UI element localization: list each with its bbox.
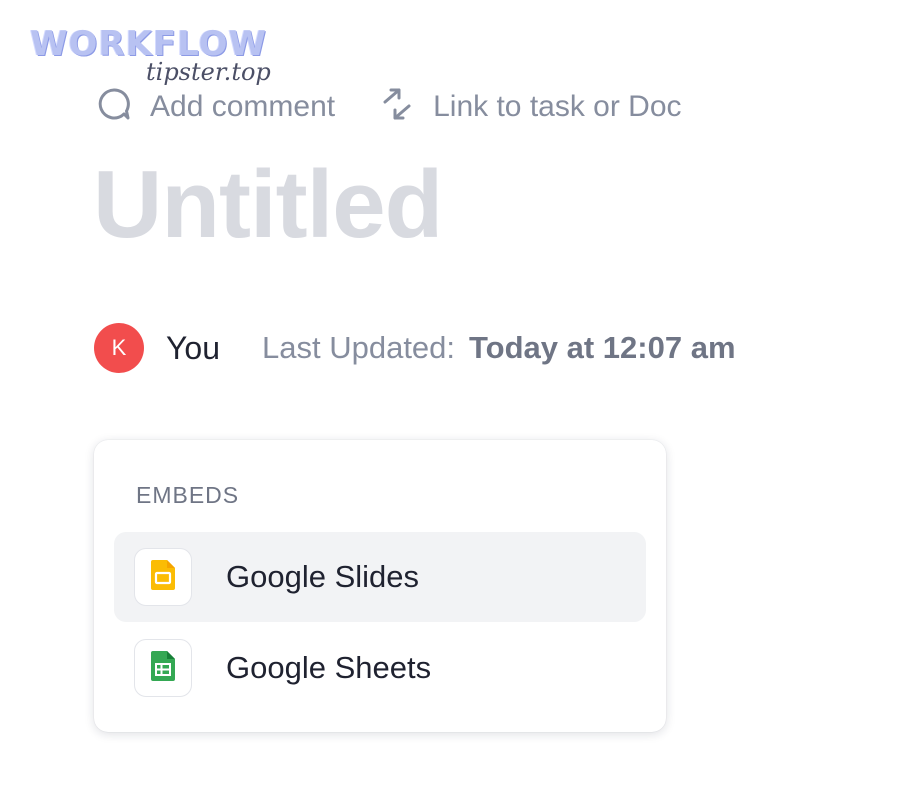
embed-label-google-slides: Google Slides — [226, 559, 420, 594]
google-slides-icon — [151, 559, 175, 595]
embed-google-sheets[interactable]: Google Sheets — [114, 623, 646, 713]
link-arrows-icon — [379, 86, 415, 127]
embed-google-slides[interactable]: Google Slides — [114, 532, 646, 622]
avatar-initial: K — [111, 335, 127, 360]
add-comment-button[interactable]: Add comment — [96, 86, 335, 127]
embed-icon-box — [134, 639, 192, 697]
embed-icon-box — [134, 548, 192, 606]
doc-meta: K You Last Updated: Today at 12:07 am — [94, 323, 736, 373]
watermark-subtitle: tipster.top — [146, 58, 271, 86]
page-title[interactable]: Untitled — [93, 150, 443, 260]
link-to-task-button[interactable]: Link to task or Doc — [379, 86, 682, 127]
comment-icon — [96, 86, 132, 127]
embed-label-google-sheets: Google Sheets — [226, 650, 432, 685]
link-to-task-label: Link to task or Doc — [433, 89, 682, 123]
watermark-logo: WORKFLOW — [30, 24, 268, 64]
add-comment-label: Add comment — [150, 89, 336, 123]
embeds-header: EMBEDS — [136, 482, 240, 508]
last-updated-label: Last Updated: — [262, 330, 456, 365]
author-name: You — [166, 329, 220, 366]
google-sheets-icon — [151, 650, 175, 686]
watermark: WORKFLOW tipster.top — [30, 24, 271, 86]
doc-actions-bar: Add comment Link to task or Doc — [96, 86, 682, 127]
last-updated-value: Today at 12:07 am — [469, 330, 736, 365]
avatar[interactable]: K — [94, 323, 144, 373]
embeds-menu: EMBEDS Google Slides Google Sheets — [94, 440, 666, 732]
